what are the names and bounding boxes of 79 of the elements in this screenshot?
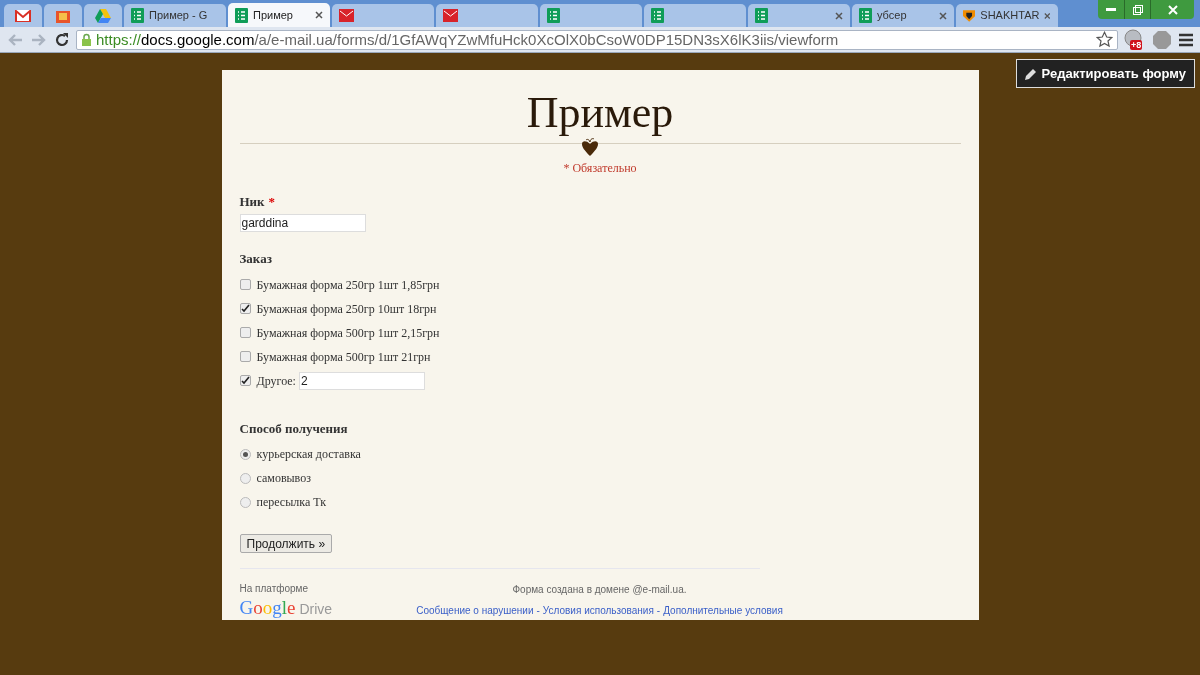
url-text: https://docs.google.com/a/e-mail.ua/forms/d/1GfAWqYZwMfuHck0XcOlX0bCsoW0DP15DN3sX6lK3iis/viewform: [96, 30, 840, 49]
form-icon: [547, 8, 560, 23]
option-label: самовывоз: [256, 470, 311, 487]
emblem-icon: [963, 8, 976, 23]
checkmark-icon: [240, 376, 250, 385]
browser-tab[interactable]: [748, 4, 850, 27]
browser-tab[interactable]: SHAKHTAR: [956, 4, 1058, 27]
checkmark-icon: [240, 304, 250, 313]
browser-tab[interactable]: [332, 4, 434, 27]
heart-ornament-icon: [579, 136, 600, 158]
form-icon: [651, 8, 664, 23]
address-field[interactable]: https://docs.google.com/a/e-mail.ua/forms/d/1GfAWqYZwMfuHck0XcOlX0bCsoW0DP15DN3sX6lK3iis/viewform: [76, 29, 1118, 50]
close-icon[interactable]: [315, 11, 323, 19]
minimize-icon: [1106, 7, 1116, 12]
checkbox[interactable]: [239, 375, 251, 386]
edit-form-button[interactable]: Редактировать форму: [1015, 59, 1195, 88]
form-icon: [131, 8, 144, 23]
footer-link[interactable]: Сообщение о нарушении: [416, 603, 534, 618]
pencil-icon: [1024, 67, 1037, 80]
separator-text: -: [536, 604, 540, 618]
triangle-logo-icon: [95, 8, 111, 23]
browser-tab[interactable]: [644, 4, 746, 27]
star-icon[interactable]: [1096, 31, 1113, 48]
footer-link[interactable]: Дополнительные условия: [663, 603, 783, 618]
lock-icon: [81, 33, 92, 46]
browser-tab[interactable]: [4, 4, 42, 27]
separator-text: -: [656, 604, 661, 618]
field-label: Ник: [239, 192, 265, 211]
form-title: Пример: [525, 90, 675, 136]
radio-button[interactable]: [239, 448, 251, 460]
browser-tab[interactable]: [436, 4, 538, 27]
browser-tab[interactable]: убсер: [852, 4, 954, 27]
option-label: Другое:: [256, 372, 296, 390]
menu-icon[interactable]: [1178, 32, 1194, 47]
other-input-field[interactable]: 2: [298, 371, 425, 390]
bag-icon: [56, 8, 70, 23]
browser-tab[interactable]: [540, 4, 642, 27]
checkbox[interactable]: [239, 327, 251, 338]
browser-tab[interactable]: Пример: [228, 3, 330, 27]
reload-icon[interactable]: [54, 31, 70, 48]
checkbox[interactable]: [239, 279, 251, 290]
option-label: Бумажная форма 500гр 1шт 21грн: [256, 348, 431, 366]
form-icon: [755, 8, 768, 23]
checkbox[interactable]: [239, 303, 251, 314]
nick-input-field[interactable]: garddina: [239, 214, 366, 232]
field-label: Заказ: [239, 250, 272, 268]
footer-link[interactable]: Условия использования: [542, 603, 654, 618]
required-note: * Обязательно: [562, 159, 638, 177]
browser-tab[interactable]: Пример - G: [124, 4, 226, 27]
checkbox[interactable]: [239, 351, 251, 362]
option-label: пересылка Тк: [256, 494, 327, 511]
required-mark: *: [268, 192, 276, 211]
envelope-icon: [15, 9, 31, 22]
logo-text: Drive: [299, 600, 333, 619]
logo-text: Google: [239, 598, 296, 618]
form-icon: [235, 7, 248, 23]
mail-icon: [339, 9, 354, 22]
close-icon[interactable]: [939, 11, 947, 20]
radio-button[interactable]: [239, 496, 251, 508]
domain-note: Форма создана в домене @e-mail.ua.: [512, 583, 687, 597]
browser-tab[interactable]: [84, 4, 122, 27]
radio-button[interactable]: [239, 472, 251, 484]
field-label: Способ получения: [239, 419, 348, 438]
option-label: Бумажная форма 250гр 10шт 18грн: [256, 300, 437, 318]
close-icon[interactable]: [835, 11, 843, 20]
close-icon: [1167, 4, 1178, 15]
option-label: Бумажная форма 500гр 1шт 2,15грн: [256, 324, 440, 342]
form-icon: [859, 8, 872, 23]
continue-button[interactable]: Продолжить »: [239, 534, 333, 553]
platform-text: На платформе: [239, 582, 310, 596]
option-label: курьерская доставка: [256, 446, 361, 463]
close-window-button[interactable]: [1150, 0, 1194, 19]
minimize-button[interactable]: [1098, 0, 1124, 19]
maximize-icon: [1132, 4, 1143, 15]
close-icon[interactable]: [1044, 11, 1051, 20]
mail-icon: [443, 9, 458, 22]
maximize-button[interactable]: [1124, 0, 1150, 19]
notification-badge: +8: [1130, 39, 1143, 50]
option-label: Бумажная форма 250гр 1шт 1,85грн: [256, 276, 440, 294]
